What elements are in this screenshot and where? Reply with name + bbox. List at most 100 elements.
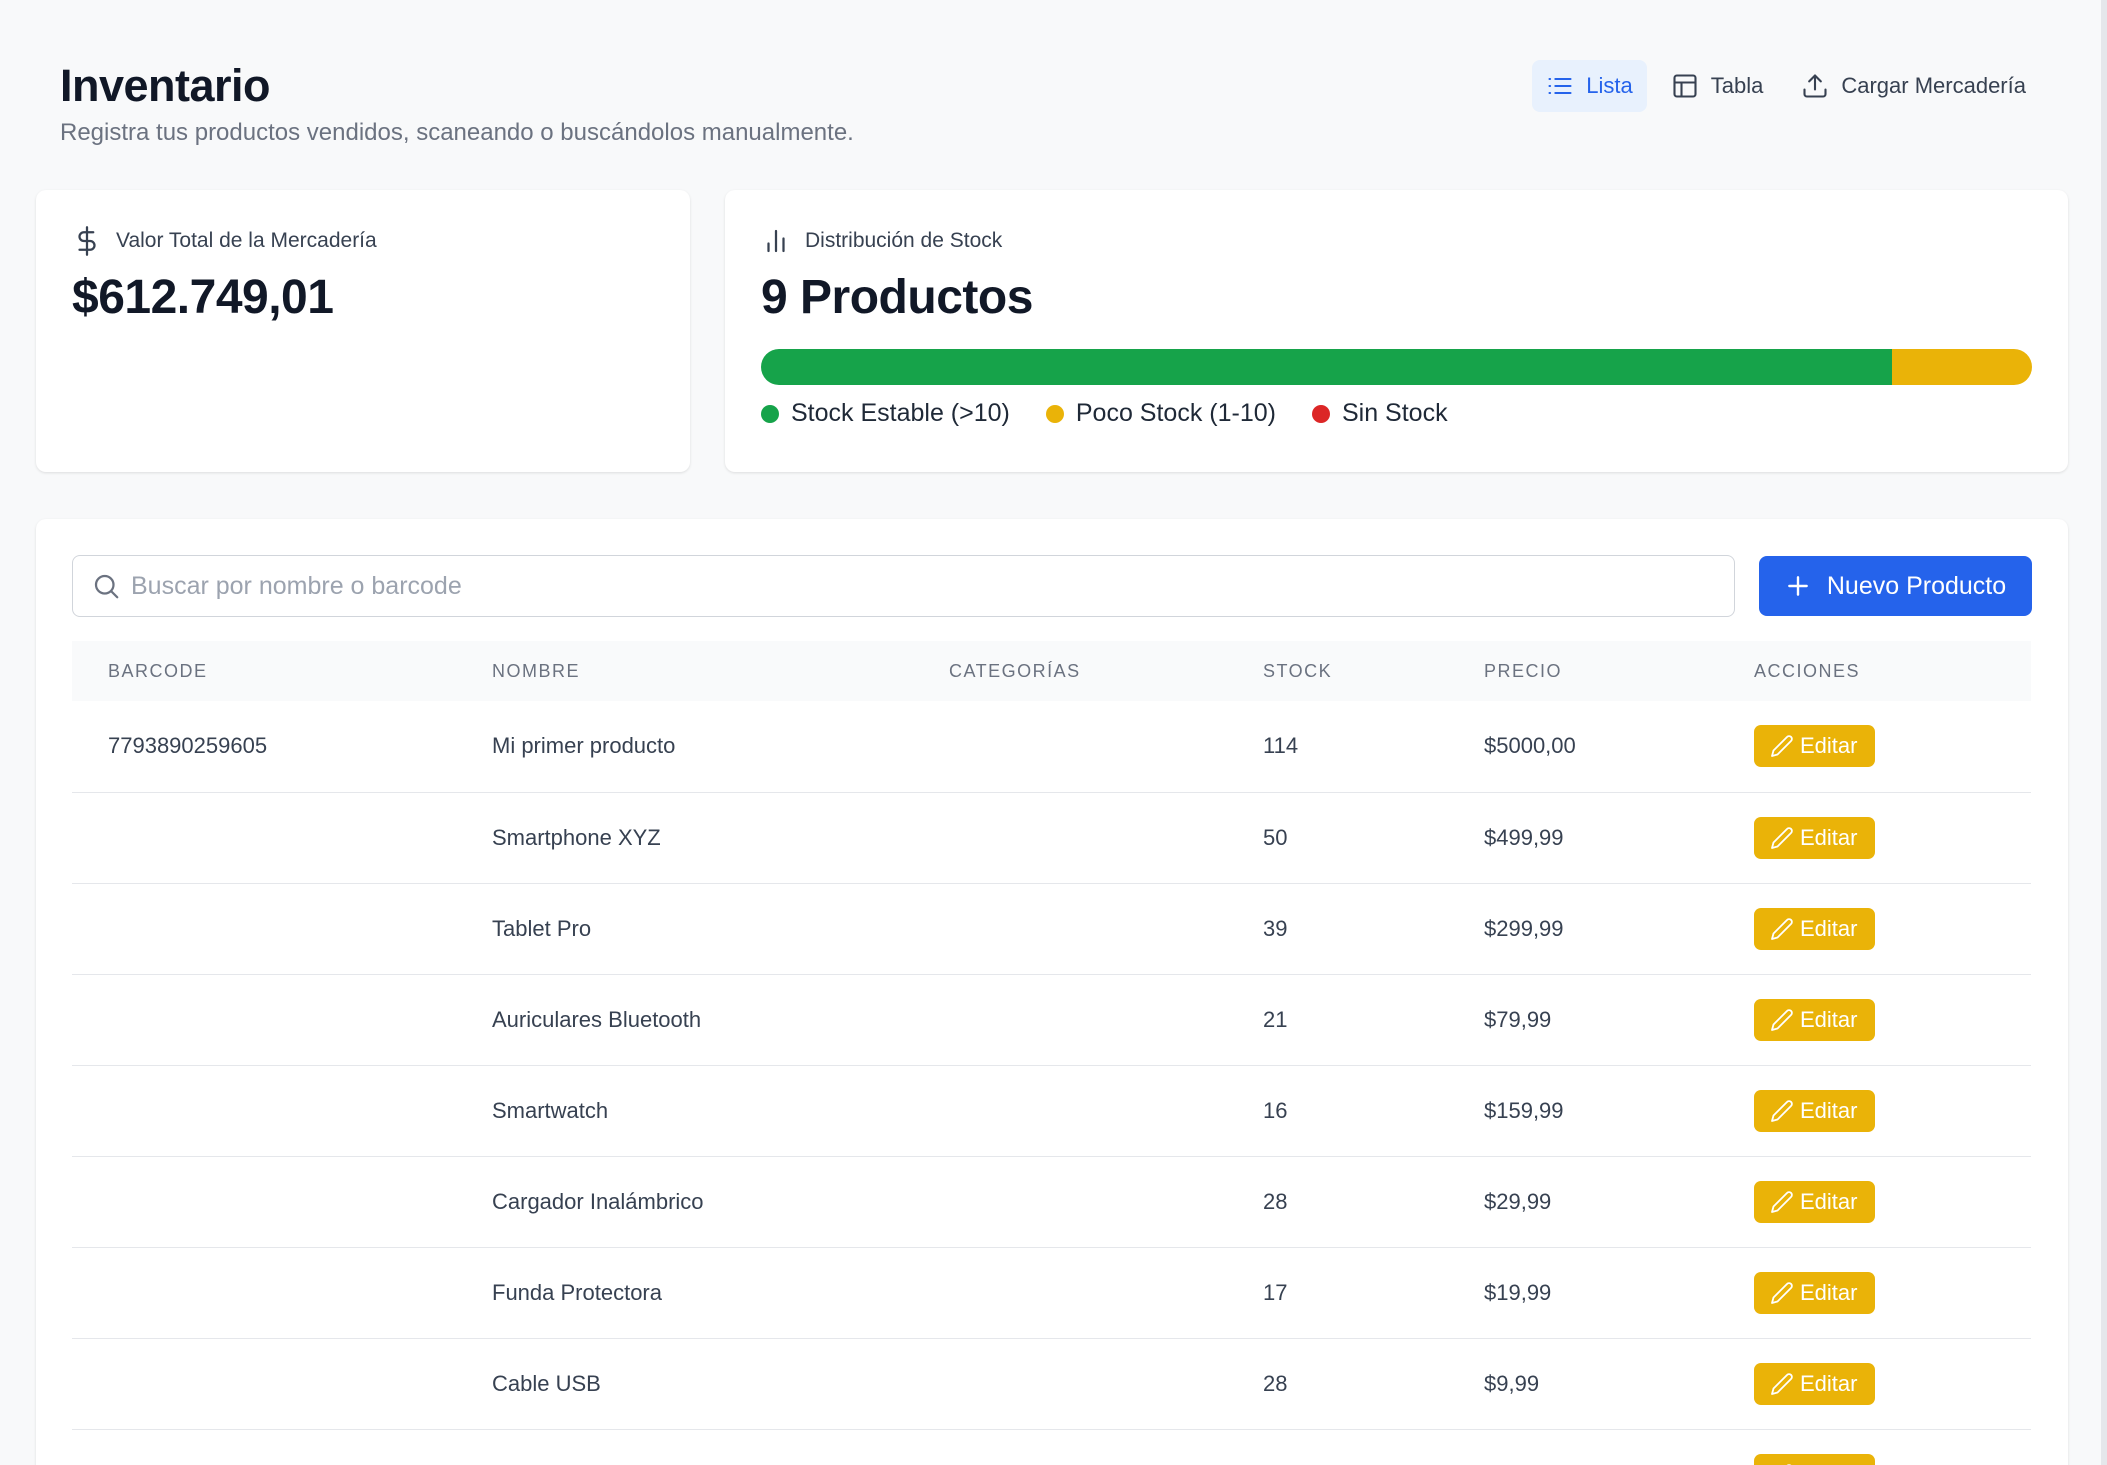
table-row[interactable]: Smartwatch 16 $159,99 Editar	[72, 1065, 2031, 1156]
cell-barcode	[72, 1429, 456, 1465]
pencil-icon	[1771, 1190, 1793, 1213]
cell-name: Smartwatch	[492, 1097, 609, 1123]
cell-actions: Editar	[1718, 701, 2031, 792]
cell-price: $5000,00	[1484, 733, 1576, 759]
cell-barcode	[72, 1156, 456, 1247]
new-product-button[interactable]: Nuevo Producto	[1759, 556, 2032, 616]
upload-merchandise-button[interactable]: Cargar Mercadería	[1787, 60, 2040, 112]
window-edge	[2101, 0, 2107, 1465]
search-box[interactable]	[72, 555, 1735, 617]
legend-label: Stock Estable (>10)	[791, 399, 1010, 427]
search-input[interactable]	[131, 571, 1716, 601]
cell-price	[1448, 1429, 1718, 1465]
products-table: BARCODE NOMBRE CATEGORÍAS STOCK PRECIO A…	[72, 641, 2031, 1465]
stock-bar-segment	[1892, 349, 2032, 385]
cell-name: Cable USB	[492, 1370, 601, 1396]
cell-categories	[913, 1429, 1227, 1465]
cell-barcode	[72, 974, 456, 1065]
table-row[interactable]: Funda Protectora 17 $19,99 Editar	[72, 1247, 2031, 1338]
new-product-label: Nuevo Producto	[1826, 571, 2007, 600]
view-list-label: Lista	[1586, 73, 1633, 98]
cell-barcode	[72, 1247, 456, 1338]
legend-item: Sin Stock	[1311, 399, 1448, 428]
cell-categories	[913, 1338, 1227, 1429]
legend-dot	[761, 404, 779, 423]
pencil-icon	[1771, 1099, 1793, 1122]
cell-stock: 17	[1263, 1279, 1288, 1305]
cell-actions: Editar	[1718, 792, 2031, 883]
cell-categories	[913, 974, 1227, 1065]
table-row[interactable]: Editar	[72, 1429, 2031, 1465]
stock-distribution-bar	[761, 349, 2032, 385]
cell-barcode	[72, 883, 456, 974]
pencil-icon	[1771, 1008, 1793, 1031]
table-row[interactable]: 7793890259605 Mi primer producto 114 $5000,…	[72, 701, 2031, 792]
cell-name	[456, 1429, 913, 1465]
legend-label: Sin Stock	[1341, 399, 1448, 427]
edit-button[interactable]: Editar	[1754, 1453, 1876, 1465]
edit-button[interactable]: Editar	[1754, 998, 1876, 1041]
table-header-row: BARCODE NOMBRE CATEGORÍAS STOCK PRECIO A…	[72, 641, 2031, 701]
cell-stock: 28	[1263, 1370, 1288, 1396]
cell-actions: Editar	[1718, 1338, 2031, 1429]
cell-price: $499,99	[1484, 824, 1564, 850]
cell-categories	[913, 792, 1227, 883]
column-header-price[interactable]: PRECIO	[1448, 641, 1718, 701]
inventory-page: Inventario Registra tus productos vendid…	[0, 0, 2107, 1465]
edit-button[interactable]: Editar	[1754, 907, 1876, 950]
cell-actions: Editar	[1718, 1156, 2031, 1247]
table-row[interactable]: Smartphone XYZ 50 $499,99 Editar	[72, 792, 2031, 883]
column-header-barcode[interactable]: BARCODE	[72, 641, 456, 701]
edit-label: Editar	[1800, 1370, 1858, 1396]
cell-stock: 39	[1263, 915, 1288, 941]
product-count: 9 Productos	[761, 271, 1033, 324]
cell-name: Auriculares Bluetooth	[492, 1006, 702, 1032]
edit-button[interactable]: Editar	[1754, 816, 1876, 859]
view-table-button[interactable]: Tabla	[1657, 60, 1778, 112]
cell-barcode: 7793890259605	[108, 733, 268, 759]
edit-button[interactable]: Editar	[1754, 1362, 1876, 1405]
cell-barcode	[72, 1065, 456, 1156]
table-row[interactable]: Cable USB 28 $9,99 Editar	[72, 1338, 2031, 1429]
column-header-stock[interactable]: STOCK	[1227, 641, 1448, 701]
view-list-button[interactable]: Lista	[1532, 60, 1647, 112]
edit-label: Editar	[1800, 1279, 1858, 1305]
cell-name: Tablet Pro	[492, 915, 592, 941]
stock-legend: Stock Estable (>10) Poco Stock (1-10) Sin …	[761, 399, 2032, 428]
total-value-header: Valor Total de la Mercadería	[72, 226, 654, 256]
total-value-card: Valor Total de la Mercadería $612.749,01	[36, 190, 690, 472]
column-header-actions: ACCIONES	[1754, 660, 1861, 681]
cell-categories	[913, 1156, 1227, 1247]
cell-price: $79,99	[1484, 1006, 1552, 1032]
table-row[interactable]: Cargador Inalámbrico 28 $29,99 Editar	[72, 1156, 2031, 1247]
column-header-categories[interactable]: CATEGORÍAS	[913, 641, 1227, 701]
pencil-icon	[1771, 735, 1793, 758]
products-toolbar: Nuevo Producto	[72, 555, 2032, 617]
column-header-name[interactable]: NOMBRE	[456, 641, 913, 701]
bar-chart-icon	[767, 229, 785, 253]
cell-name: Mi primer producto	[492, 733, 676, 759]
edit-button[interactable]: Editar	[1754, 1089, 1876, 1132]
legend-label: Poco Stock (1-10)	[1075, 399, 1276, 427]
table-row[interactable]: Auriculares Bluetooth 21 $79,99 Editar	[72, 974, 2031, 1065]
search-icon	[94, 574, 119, 599]
edit-label: Editar	[1800, 824, 1858, 850]
edit-label: Editar	[1800, 733, 1858, 759]
table-row[interactable]: Tablet Pro 39 $299,99 Editar	[72, 883, 2031, 974]
edit-button[interactable]: Editar	[1754, 725, 1876, 768]
cell-barcode	[72, 1338, 456, 1429]
cell-price: $299,99	[1484, 915, 1564, 941]
edit-label: Editar	[1800, 1006, 1858, 1032]
plus-icon	[1788, 576, 1808, 596]
table-icon	[1673, 74, 1697, 98]
total-value-amount: $612.749,01	[72, 271, 334, 324]
cell-stock: 50	[1263, 824, 1288, 850]
upload-merchandise-label: Cargar Mercadería	[1841, 73, 2026, 98]
legend-item: Stock Estable (>10)	[761, 399, 1010, 428]
edit-button[interactable]: Editar	[1754, 1271, 1876, 1314]
edit-label: Editar	[1800, 1188, 1858, 1214]
legend-item: Poco Stock (1-10)	[1045, 399, 1276, 428]
edit-label: Editar	[1800, 1462, 1857, 1465]
cell-stock: 21	[1263, 1006, 1288, 1032]
edit-button[interactable]: Editar	[1754, 1180, 1876, 1223]
